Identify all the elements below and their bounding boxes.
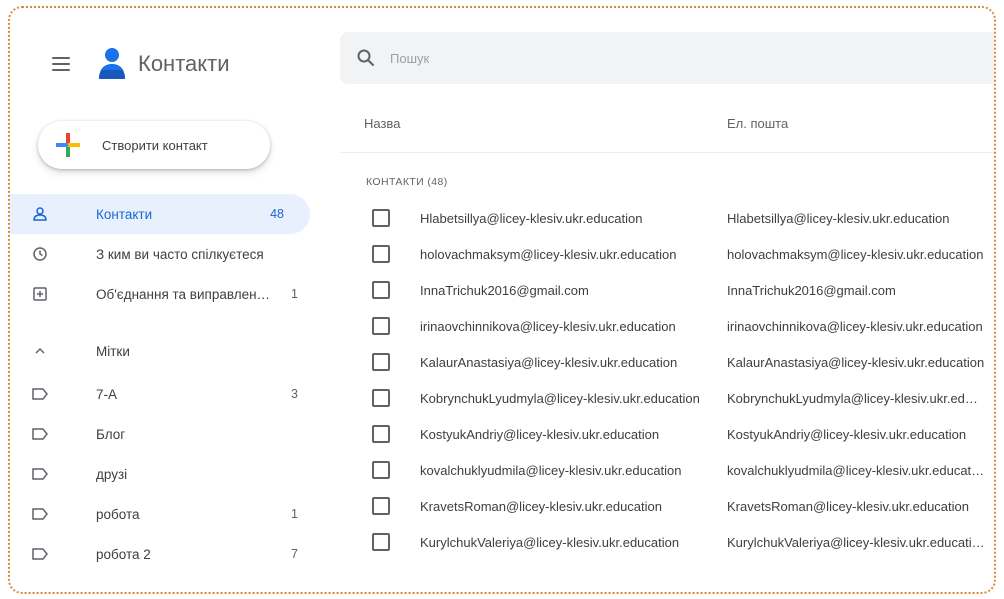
- sidebar-nav: Контакти 48 З ким ви часто спілкуєтеся О…: [10, 194, 326, 574]
- contact-name: KostyukAndriy@licey-klesiv.ukr.education: [420, 426, 660, 442]
- person-icon: [30, 204, 50, 224]
- sidebar-item-count: 48: [270, 207, 284, 221]
- sidebar-item-contacts[interactable]: Контакти 48: [10, 194, 310, 234]
- row-checkbox[interactable]: [372, 317, 390, 335]
- contacts-logo-icon: [99, 48, 125, 79]
- sidebar-label-blog[interactable]: Блог: [10, 414, 326, 454]
- app-header: Контакти: [50, 44, 230, 84]
- contact-name: KurylchukValeriya@licey-klesiv.ukr.educa…: [420, 534, 680, 550]
- sidebar-item-count: 3: [291, 387, 298, 401]
- contact-email: KalaurAnastasiya@licey-klesiv.ukr.educat…: [727, 354, 985, 370]
- sidebar-label-work[interactable]: робота 1: [10, 494, 326, 534]
- sidebar-item-merge[interactable]: Об'єднання та виправлення 1: [10, 274, 326, 314]
- sidebar-item-label: Контакти: [96, 206, 153, 222]
- create-contact-button[interactable]: Створити контакт: [38, 121, 270, 169]
- label-icon: [30, 384, 50, 404]
- labels-section-header[interactable]: Мітки: [10, 328, 326, 374]
- labels-section-title: Мітки: [96, 343, 130, 359]
- search-icon[interactable]: [356, 48, 376, 68]
- sidebar: Контакти Створити контакт Контакти 48 З …: [10, 8, 326, 592]
- search-input[interactable]: [390, 50, 950, 66]
- row-checkbox[interactable]: [372, 389, 390, 407]
- contact-name: InnaTrichuk2016@gmail.com: [420, 282, 589, 298]
- contact-email: InnaTrichuk2016@gmail.com: [727, 282, 896, 298]
- chevron-up-icon: [30, 341, 50, 361]
- row-checkbox[interactable]: [372, 497, 390, 515]
- table-row[interactable]: Hlabetsillya@licey-klesiv.ukr.education …: [326, 200, 994, 236]
- contact-name: Hlabetsillya@licey-klesiv.ukr.education: [420, 210, 643, 226]
- contact-email: Hlabetsillya@licey-klesiv.ukr.education: [727, 210, 950, 226]
- table-row[interactable]: KravetsRoman@licey-klesiv.ukr.education …: [326, 488, 994, 524]
- contact-name: holovachmaksym@licey-klesiv.ukr.educatio…: [420, 246, 677, 262]
- column-header-name[interactable]: Назва: [364, 116, 400, 131]
- app-title: Контакти: [138, 51, 230, 76]
- header-divider: [340, 152, 994, 153]
- sidebar-item-label: 7-А: [96, 386, 118, 402]
- table-row[interactable]: holovachmaksym@licey-klesiv.ukr.educatio…: [326, 236, 994, 272]
- contact-email: KravetsRoman@licey-klesiv.ukr.education: [727, 498, 969, 514]
- sidebar-item-label: З ким ви часто спілкуєтеся: [96, 246, 264, 262]
- label-icon: [30, 464, 50, 484]
- table-row[interactable]: irinaovchinnikova@licey-klesiv.ukr.educa…: [326, 308, 994, 344]
- contact-email: holovachmaksym@licey-klesiv.ukr.educatio…: [727, 246, 984, 262]
- column-header-email[interactable]: Ел. пошта: [727, 116, 788, 131]
- merge-icon: [30, 284, 50, 304]
- sidebar-item-label: Об'єднання та виправлення: [96, 286, 271, 302]
- table-row[interactable]: InnaTrichuk2016@gmail.com InnaTrichuk201…: [326, 272, 994, 308]
- sidebar-item-label: друзі: [96, 466, 128, 482]
- sidebar-label-friends[interactable]: друзі: [10, 454, 326, 494]
- contact-email: kovalchuklyudmila@licey-klesiv.ukr.educa…: [727, 462, 985, 478]
- table-row[interactable]: KobrynchukLyudmyla@licey-klesiv.ukr.educ…: [326, 380, 994, 416]
- contacts-window: Контакти Створити контакт Контакти 48 З …: [8, 6, 996, 594]
- contact-name: kovalchuklyudmila@licey-klesiv.ukr.educa…: [420, 462, 682, 478]
- sidebar-item-count: 1: [291, 287, 298, 301]
- table-row[interactable]: KurylchukValeriya@licey-klesiv.ukr.educa…: [326, 524, 994, 560]
- contact-name: KravetsRoman@licey-klesiv.ukr.education: [420, 498, 662, 514]
- contacts-section-title: КОНТАКТИ (48): [366, 176, 448, 188]
- label-icon: [30, 544, 50, 564]
- colorful-plus-icon: [56, 133, 80, 157]
- contact-name: KalaurAnastasiya@licey-klesiv.ukr.educat…: [420, 354, 678, 370]
- sidebar-item-count: 1: [291, 507, 298, 521]
- contact-email: KurylchukValeriya@licey-klesiv.ukr.educa…: [727, 534, 985, 550]
- sidebar-item-label: робота: [96, 506, 140, 522]
- search-bar[interactable]: [340, 32, 994, 84]
- sidebar-label-work-2[interactable]: робота 2 7: [10, 534, 326, 574]
- sidebar-item-count: 7: [291, 547, 298, 561]
- main-content: Назва Ел. пошта КОНТАКТИ (48) Hlabetsill…: [326, 8, 994, 592]
- sidebar-label-7a[interactable]: 7-А 3: [10, 374, 326, 414]
- contact-name: KobrynchukLyudmyla@licey-klesiv.ukr.educ…: [420, 390, 700, 406]
- contact-email: irinaovchinnikova@licey-klesiv.ukr.educa…: [727, 318, 983, 334]
- table-row[interactable]: KalaurAnastasiya@licey-klesiv.ukr.educat…: [326, 344, 994, 380]
- table-row[interactable]: kovalchuklyudmila@licey-klesiv.ukr.educa…: [326, 452, 994, 488]
- contact-name: irinaovchinnikova@licey-klesiv.ukr.educa…: [420, 318, 676, 334]
- contacts-list: Hlabetsillya@licey-klesiv.ukr.education …: [326, 200, 994, 560]
- history-icon: [30, 244, 50, 264]
- label-icon: [30, 424, 50, 444]
- label-icon: [30, 504, 50, 524]
- table-row[interactable]: KostyukAndriy@licey-klesiv.ukr.education…: [326, 416, 994, 452]
- row-checkbox[interactable]: [372, 461, 390, 479]
- hamburger-menu-icon[interactable]: [50, 55, 72, 73]
- contact-email: KostyukAndriy@licey-klesiv.ukr.education: [727, 426, 967, 442]
- row-checkbox[interactable]: [372, 353, 390, 371]
- sidebar-item-label: робота 2: [96, 546, 151, 562]
- row-checkbox[interactable]: [372, 425, 390, 443]
- sidebar-item-label: Блог: [96, 426, 126, 442]
- row-checkbox[interactable]: [372, 209, 390, 227]
- row-checkbox[interactable]: [372, 245, 390, 263]
- create-contact-label: Створити контакт: [102, 137, 208, 153]
- contact-email: KobrynchukLyudmyla@licey-klesiv.ukr.educ…: [727, 390, 985, 406]
- row-checkbox[interactable]: [372, 281, 390, 299]
- sidebar-item-frequent[interactable]: З ким ви часто спілкуєтеся: [10, 234, 326, 274]
- row-checkbox[interactable]: [372, 533, 390, 551]
